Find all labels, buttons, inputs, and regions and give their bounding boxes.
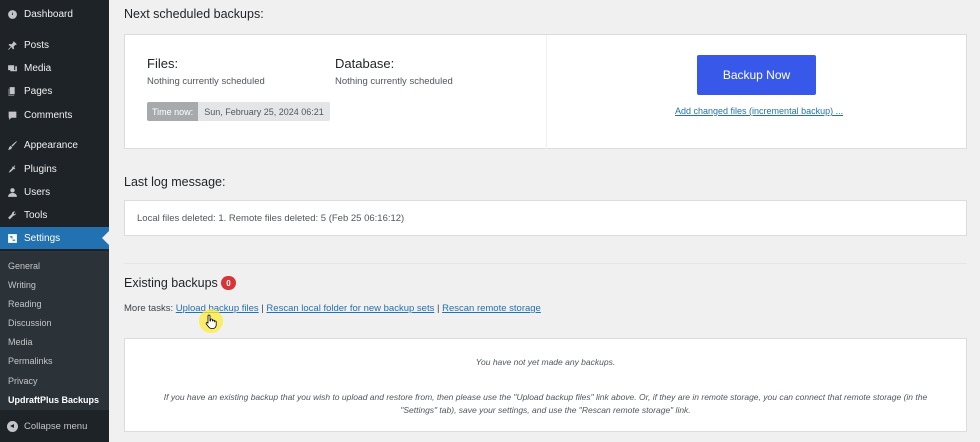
time-now-label: Time now: <box>147 102 199 121</box>
scheduled-card: Files: Nothing currently scheduled Datab… <box>124 34 967 149</box>
admin-sidebar: Dashboard Posts Media Pages Comments App… <box>0 0 109 442</box>
log-card: Local files deleted: 1. Remote files del… <box>124 200 967 236</box>
database-status: Nothing currently scheduled <box>335 76 453 87</box>
menu-label: Users <box>24 186 51 198</box>
rescan-local-folder-link[interactable]: Rescan local folder for new backup sets <box>266 303 434 314</box>
menu-item-comments[interactable]: Comments <box>0 104 109 126</box>
menu-label: Media <box>24 62 52 74</box>
menu-label: Dashboard <box>24 8 73 20</box>
files-title: Files: <box>147 56 179 71</box>
menu-item-media[interactable]: Media <box>0 57 109 79</box>
menu-item-posts[interactable]: Posts <box>0 34 109 56</box>
menu-item-settings[interactable]: Settings <box>0 227 109 249</box>
media-icon <box>0 63 24 74</box>
collapse-menu-button[interactable]: Collapse menu <box>0 416 109 436</box>
existing-backups-heading: Existing backups <box>124 276 218 290</box>
pages-icon <box>0 86 24 97</box>
time-now: Time now: Sun, February 25, 2024 06:21 <box>147 102 330 121</box>
menu-label: Tools <box>24 209 48 221</box>
no-backups-message: You have not yet made any backups. <box>475 357 616 367</box>
wrench-icon <box>0 210 24 221</box>
more-tasks: More tasks: Upload backup files | Rescan… <box>124 303 541 314</box>
backup-now-button[interactable]: Backup Now <box>697 55 816 95</box>
database-title: Database: <box>335 56 395 71</box>
time-now-value: Sun, February 25, 2024 06:21 <box>198 102 330 121</box>
pin-icon <box>0 40 24 51</box>
menu-label: Plugins <box>24 163 57 175</box>
menu-item-appearance[interactable]: Appearance <box>0 134 109 156</box>
submenu-privacy[interactable]: Privacy <box>8 376 38 386</box>
submenu-updraftplus-backups[interactable]: UpdraftPlus Backups <box>8 395 99 405</box>
menu-item-pages[interactable]: Pages <box>0 80 109 102</box>
settings-submenu: General Writing Reading Discussion Media… <box>0 251 109 410</box>
existing-backups-card: You have not yet made any backups. If yo… <box>124 338 967 432</box>
user-icon <box>0 187 24 198</box>
menu-label: Pages <box>24 85 53 97</box>
submenu-general[interactable]: General <box>8 261 40 271</box>
section-divider <box>124 263 967 264</box>
menu-label: Comments <box>24 109 73 121</box>
submenu-writing[interactable]: Writing <box>8 280 36 290</box>
incremental-backup-link[interactable]: Add changed files (incremental backup) .… <box>675 106 843 116</box>
dashboard-icon <box>0 9 24 20</box>
submenu-permalinks[interactable]: Permalinks <box>8 356 53 366</box>
more-tasks-label: More tasks: <box>124 303 174 314</box>
brush-icon <box>0 140 24 151</box>
hand-cursor-icon <box>205 314 217 329</box>
submenu-reading[interactable]: Reading <box>8 299 42 309</box>
column-divider <box>546 35 547 149</box>
log-message: Local files deleted: 1. Remote files del… <box>137 213 405 224</box>
comment-icon <box>0 110 24 121</box>
submenu-discussion[interactable]: Discussion <box>8 318 52 328</box>
menu-item-plugins[interactable]: Plugins <box>0 158 109 180</box>
rescan-remote-storage-link[interactable]: Rescan remote storage <box>442 303 541 314</box>
menu-label: Settings <box>24 232 61 244</box>
restore-instructions: If you have an existing backup that you … <box>163 392 928 415</box>
menu-item-dashboard[interactable]: Dashboard <box>0 3 109 25</box>
menu-label: Posts <box>24 39 50 51</box>
separator: | <box>436 303 440 314</box>
collapse-icon <box>0 420 24 432</box>
settings-icon <box>0 233 24 244</box>
menu-label: Appearance <box>24 139 78 151</box>
separator: | <box>261 303 264 314</box>
menu-item-tools[interactable]: Tools <box>0 204 109 226</box>
log-heading: Last log message: <box>124 175 226 189</box>
menu-item-users[interactable]: Users <box>0 181 109 203</box>
plug-icon <box>0 164 24 175</box>
collapse-label: Collapse menu <box>24 420 88 432</box>
submenu-media[interactable]: Media <box>8 337 33 347</box>
cursor-highlight <box>199 309 223 333</box>
scheduled-heading: Next scheduled backups: <box>124 7 264 21</box>
backup-count-badge: 0 <box>221 276 236 290</box>
files-status: Nothing currently scheduled <box>147 76 265 87</box>
